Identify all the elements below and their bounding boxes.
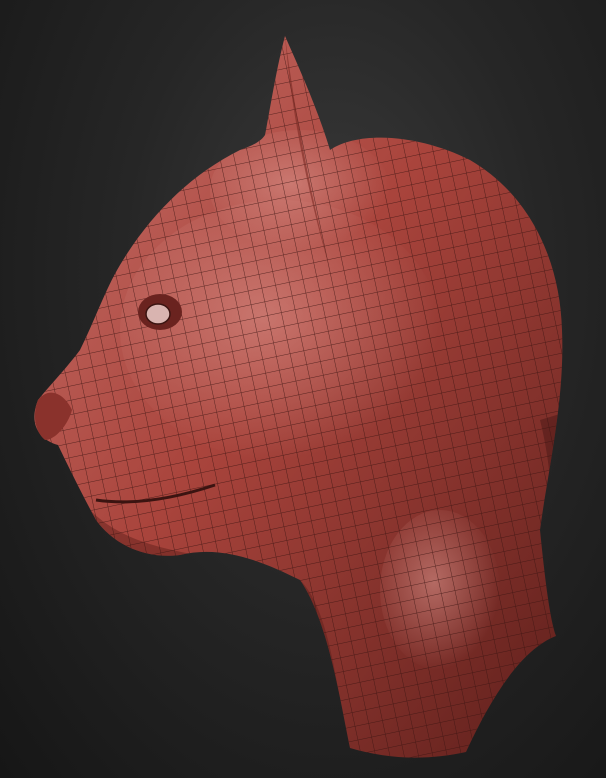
topology-wireframe: [34, 36, 563, 758]
render-viewport: [0, 0, 606, 778]
eye: [138, 294, 182, 330]
cat-head-model: [34, 36, 563, 758]
